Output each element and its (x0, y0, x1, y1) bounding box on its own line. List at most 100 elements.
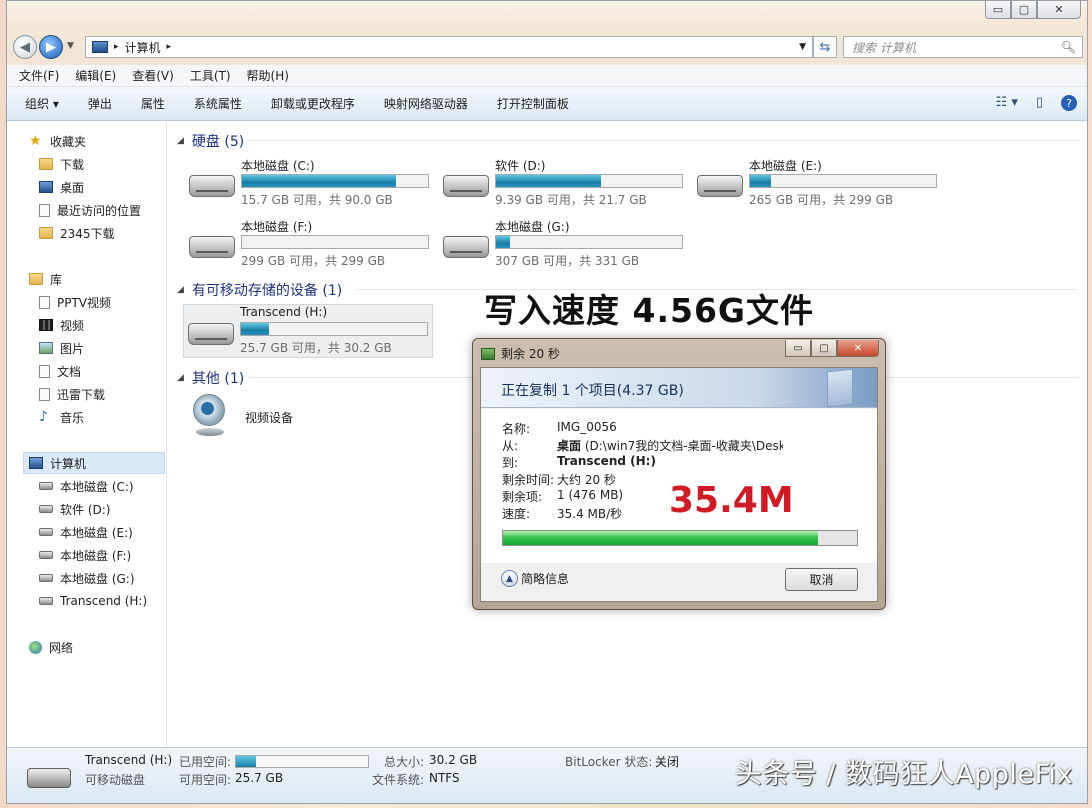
forward-button[interactable]: ▶ (39, 35, 63, 59)
search-input[interactable]: 搜索 计算机 🔍︎ (843, 36, 1083, 58)
breadcrumb-separator-icon[interactable]: ▸ (167, 42, 172, 52)
dialog-maximize-button[interactable]: ▢ (811, 340, 837, 357)
from-folder-link[interactable]: 桌面 (557, 439, 581, 453)
drive-icon (189, 236, 235, 258)
to-folder-link[interactable]: Transcend (H:) (557, 454, 656, 468)
properties-button[interactable]: 属性 (141, 95, 165, 112)
open-control-panel-button[interactable]: 打开控制面板 (497, 95, 569, 112)
nav-label: 网络 (49, 640, 74, 655)
nav-item-documents[interactable]: 文档 (39, 361, 81, 381)
menu-tools[interactable]: 工具(T) (190, 67, 231, 84)
nav-item-recent[interactable]: 最近访问的位置 (39, 200, 141, 220)
help-icon[interactable]: ? (1061, 95, 1077, 111)
nav-label: 本地磁盘 (G:) (60, 571, 135, 586)
maximize-button[interactable]: ▢ (1011, 1, 1037, 19)
nav-libraries[interactable]: 库 (29, 269, 62, 289)
view-options-icon[interactable]: ☷ ▾ (996, 95, 1018, 111)
drive-name: 本地磁盘 (E:) (749, 159, 822, 173)
back-button[interactable]: ◀ (13, 35, 37, 59)
minimize-button[interactable]: ▭ (985, 1, 1011, 19)
copy-progress-bar (502, 530, 858, 546)
copy-progress-dialog: 剩余 20 秒 ▭ ▢ ✕ 正在复制 1 个项目(4.37 GB) 名称: IMG… (472, 338, 886, 610)
drive-name: 本地磁盘 (G:) (495, 220, 570, 234)
drive-tile-g[interactable]: 本地磁盘 (G:) 307 GB 可用，共 331 GB (439, 218, 689, 272)
nav-item-pptv[interactable]: PPTV视频 (39, 292, 111, 312)
drive-tile-d[interactable]: 软件 (D:) 9.39 GB 可用，共 21.7 GB (439, 157, 689, 211)
nav-label: PPTV视频 (57, 295, 112, 310)
folder-icon (39, 158, 53, 170)
dialog-minimize-button[interactable]: ▭ (785, 340, 811, 357)
cancel-button[interactable]: 取消 (785, 568, 858, 591)
organize-button[interactable]: 组织 ▾ (25, 95, 59, 112)
nav-item-drive-h[interactable]: Transcend (H:) (39, 591, 147, 611)
drive-tile-h[interactable]: Transcend (H:) 25.7 GB 可用，共 30.2 GB (183, 304, 433, 358)
video-library-icon (39, 295, 50, 309)
drive-usage-bar (241, 235, 429, 249)
navigation-pane: ★ 收藏夹 下载 桌面 最近访问的位置 2345下载 库 PPTV视频 视频 图… (7, 122, 167, 747)
status-free-label: 可用空间: (179, 773, 232, 787)
group-divider (249, 140, 1079, 141)
address-bar[interactable]: ▸ 计算机 ▸ ▼ (85, 36, 813, 58)
nav-item-drive-c[interactable]: 本地磁盘 (C:) (39, 476, 134, 496)
search-icon[interactable]: 🔍︎ (1061, 40, 1076, 54)
collapse-triangle-icon[interactable]: ◢ (177, 285, 184, 295)
drive-name: 软件 (D:) (495, 159, 546, 173)
nav-item-videos[interactable]: 视频 (39, 315, 84, 335)
webcam-icon[interactable] (193, 394, 227, 440)
drive-usage-fill (242, 175, 396, 187)
nav-computer[interactable]: 计算机 (29, 453, 86, 473)
drive-name: 本地磁盘 (C:) (241, 159, 315, 173)
system-properties-button[interactable]: 系统属性 (194, 95, 242, 112)
menu-file[interactable]: 文件(F) (19, 67, 59, 84)
speed-annotation: 35.4M (669, 480, 794, 521)
video-device-label[interactable]: 视频设备 (245, 409, 293, 426)
group-header-removable[interactable]: ◢ 有可移动存储的设备 (1) (177, 280, 1077, 300)
nav-item-downloads[interactable]: 下载 (39, 154, 84, 174)
group-header-other[interactable]: ◢ 其他 (1) (177, 368, 1079, 388)
drive-tile-c[interactable]: 本地磁盘 (C:) 15.7 GB 可用，共 90.0 GB (185, 157, 435, 211)
less-details-toggle[interactable]: ▲ 简略信息 (501, 570, 569, 587)
detail-time-remaining-row: 剩余时间: 大约 20 秒 (502, 473, 616, 487)
group-header-hdd[interactable]: ◢ 硬盘 (5) (177, 131, 1079, 151)
nav-item-thunder[interactable]: 迅雷下载 (39, 384, 105, 404)
nav-label: 软件 (D:) (60, 502, 111, 517)
refresh-button[interactable]: ⇆ (813, 36, 837, 58)
nav-item-drive-d[interactable]: 软件 (D:) (39, 499, 110, 519)
close-button[interactable]: ✕ (1037, 1, 1081, 19)
command-bar: 组织 ▾ 弹出 属性 系统属性 卸载或更改程序 映射网络驱动器 打开控制面板 ☷… (7, 87, 1087, 121)
nav-favorites[interactable]: ★ 收藏夹 (29, 131, 86, 151)
nav-label: 库 (50, 272, 63, 287)
nav-item-pictures[interactable]: 图片 (39, 338, 84, 358)
nav-label: 计算机 (50, 456, 87, 471)
nav-item-2345-downloads[interactable]: 2345下载 (39, 223, 115, 243)
menu-edit[interactable]: 编辑(E) (75, 67, 116, 84)
drive-tile-f[interactable]: 本地磁盘 (F:) 299 GB 可用，共 299 GB (185, 218, 435, 272)
address-dropdown-icon[interactable]: ▼ (799, 42, 806, 52)
status-fs-value: NTFS (429, 771, 460, 785)
collapse-triangle-icon[interactable]: ◢ (177, 136, 184, 146)
nav-network[interactable]: 网络 (29, 637, 73, 657)
drive-usage-fill (496, 175, 602, 187)
collapse-triangle-icon[interactable]: ◢ (177, 373, 184, 383)
nav-item-desktop[interactable]: 桌面 (39, 177, 84, 197)
drive-space-info: 15.7 GB 可用，共 90.0 GB (241, 193, 393, 207)
network-icon (29, 640, 42, 654)
nav-item-drive-g[interactable]: 本地磁盘 (G:) (39, 568, 135, 588)
menu-view[interactable]: 查看(V) (132, 67, 174, 84)
drive-space-info: 265 GB 可用，共 299 GB (749, 193, 894, 207)
eject-button[interactable]: 弹出 (88, 95, 112, 112)
nav-item-drive-e[interactable]: 本地磁盘 (E:) (39, 522, 133, 542)
breadcrumb-separator-icon[interactable]: ▸ (114, 42, 119, 52)
star-icon: ★ (29, 133, 42, 149)
drive-tile-e[interactable]: 本地磁盘 (E:) 265 GB 可用，共 299 GB (693, 157, 943, 211)
history-dropdown-icon[interactable]: ▼ (67, 41, 74, 51)
breadcrumb-computer[interactable]: 计算机 (125, 39, 161, 56)
uninstall-program-button[interactable]: 卸载或更改程序 (271, 95, 355, 112)
preview-pane-icon[interactable]: ▯ (1036, 95, 1043, 111)
nav-item-music[interactable]: ♪ 音乐 (39, 407, 84, 427)
removable-drive-icon (39, 597, 53, 605)
nav-item-drive-f[interactable]: 本地磁盘 (F:) (39, 545, 131, 565)
menu-help[interactable]: 帮助(H) (247, 67, 289, 84)
map-network-drive-button[interactable]: 映射网络驱动器 (384, 95, 468, 112)
dialog-close-button[interactable]: ✕ (837, 340, 879, 357)
